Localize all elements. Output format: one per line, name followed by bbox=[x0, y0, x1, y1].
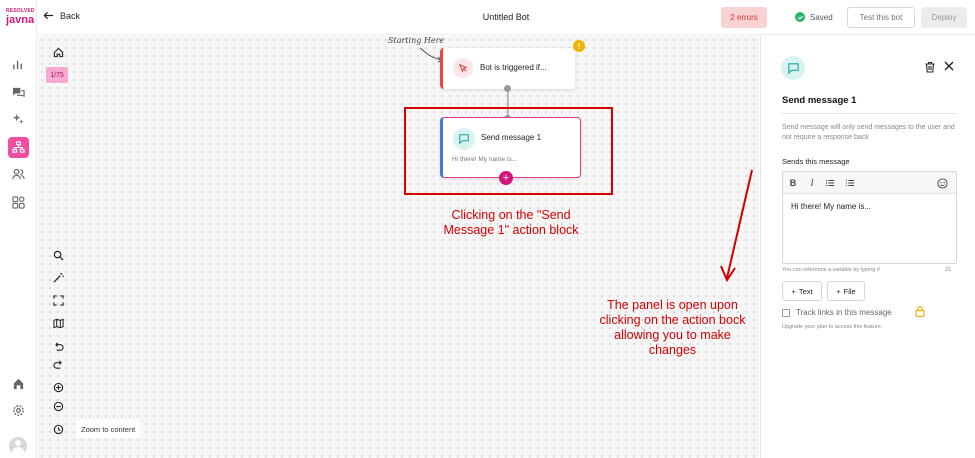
plus-icon: + bbox=[836, 286, 841, 296]
home-icon[interactable] bbox=[8, 373, 29, 394]
errors-badge[interactable]: 2 errors bbox=[721, 7, 767, 28]
check-icon bbox=[795, 12, 805, 22]
sends-message-label: Sends this message bbox=[782, 157, 850, 166]
zoom-in-icon[interactable] bbox=[50, 379, 66, 395]
panel-description: Send message will only send messages to … bbox=[782, 124, 955, 141]
emoji-icon[interactable] bbox=[935, 176, 949, 190]
message-icon bbox=[781, 56, 805, 80]
connector-dot[interactable] bbox=[504, 85, 511, 92]
back-button[interactable]: Back bbox=[43, 10, 80, 21]
apps-icon[interactable] bbox=[8, 192, 29, 213]
close-icon[interactable] bbox=[943, 60, 955, 72]
saved-label: Saved bbox=[810, 12, 833, 22]
arrow-left-icon bbox=[43, 11, 54, 20]
test-bot-button[interactable]: Test this bot bbox=[847, 7, 915, 28]
page-title: Untitled Bot bbox=[482, 12, 530, 22]
add-file-label: File bbox=[843, 286, 856, 296]
sparkle-icon[interactable] bbox=[8, 109, 29, 130]
users-icon[interactable] bbox=[8, 164, 29, 185]
variable-hint: You can reference a variable by typing # bbox=[782, 267, 880, 273]
flow-canvas[interactable]: 1/75 Zoom to content Starting Here Bot i… bbox=[38, 36, 759, 458]
add-file-button[interactable]: + File bbox=[827, 281, 865, 301]
upgrade-note: Upgrade your plan to access this feature… bbox=[782, 324, 883, 330]
plus-icon: + bbox=[791, 286, 796, 296]
search-icon[interactable] bbox=[50, 247, 66, 263]
add-text-label: Text bbox=[798, 286, 813, 296]
app-logo[interactable]: RESOLVED javna bbox=[6, 8, 35, 30]
track-links-row: Track links in this message bbox=[782, 308, 892, 317]
trash-icon[interactable] bbox=[924, 61, 936, 73]
fullscreen-icon[interactable] bbox=[50, 292, 66, 308]
trigger-node[interactable]: Bot is triggered if... bbox=[440, 48, 575, 89]
message-text[interactable]: Hi there! My name is... bbox=[791, 202, 871, 211]
warning-icon[interactable]: ! bbox=[573, 40, 585, 52]
saved-status: Saved bbox=[795, 12, 833, 22]
send-node-preview: Hi there! My name is... bbox=[452, 156, 518, 163]
history-icon[interactable] bbox=[50, 421, 66, 437]
chat-icon[interactable] bbox=[8, 82, 29, 103]
divider bbox=[781, 113, 956, 114]
node-counter: 1/75 bbox=[46, 67, 68, 83]
numbered-list-icon[interactable] bbox=[843, 176, 857, 190]
italic-icon[interactable]: I bbox=[805, 176, 819, 190]
add-text-button[interactable]: + Text bbox=[782, 281, 822, 301]
logo-main-text: javna bbox=[6, 14, 35, 26]
cursor-icon bbox=[453, 58, 473, 78]
redo-icon[interactable] bbox=[50, 356, 66, 372]
deploy-button[interactable]: Deploy bbox=[921, 7, 967, 28]
editor-toolbar: B I bbox=[783, 172, 956, 194]
bullet-list-icon[interactable] bbox=[823, 176, 837, 190]
undo-icon[interactable] bbox=[50, 338, 66, 354]
magic-wand-icon[interactable] bbox=[50, 269, 66, 285]
zoom-to-content-button[interactable]: Zoom to content bbox=[76, 420, 141, 438]
settings-icon[interactable] bbox=[8, 400, 29, 421]
left-rail: RESOLVED javna bbox=[0, 0, 37, 458]
message-icon bbox=[453, 128, 475, 150]
properties-panel: Send message 1 Send message will only se… bbox=[760, 36, 975, 458]
map-icon[interactable] bbox=[50, 315, 66, 331]
lock-icon bbox=[915, 305, 925, 317]
top-bar: Back Untitled Bot 2 errors Saved Test th… bbox=[37, 0, 975, 35]
send-node-label: Send message 1 bbox=[481, 133, 542, 142]
annotation-click-text: Clicking on the "Send Message 1" action … bbox=[443, 208, 579, 237]
avatar[interactable] bbox=[9, 437, 27, 455]
message-editor[interactable]: B I Hi there! My name is... bbox=[782, 171, 957, 264]
zoom-out-icon[interactable] bbox=[50, 398, 66, 414]
analytics-icon[interactable] bbox=[8, 54, 29, 75]
home-icon[interactable] bbox=[50, 44, 66, 60]
track-links-checkbox[interactable] bbox=[782, 308, 790, 317]
annotation-arrow-icon bbox=[720, 169, 753, 283]
character-count: 21 bbox=[945, 267, 952, 273]
trigger-node-label: Bot is triggered if... bbox=[480, 63, 547, 72]
add-step-button[interactable]: + bbox=[499, 171, 513, 185]
send-message-node[interactable]: Send message 1 Hi there! My name is... bbox=[440, 117, 581, 178]
flow-icon[interactable] bbox=[8, 137, 29, 158]
back-label: Back bbox=[60, 10, 81, 21]
annotation-panel-text: The panel is open upon clicking on the a… bbox=[599, 298, 746, 357]
bold-icon[interactable]: B bbox=[786, 176, 800, 190]
starting-here-note: Starting Here bbox=[388, 36, 445, 45]
panel-title: Send message 1 bbox=[782, 95, 857, 106]
track-links-label: Track links in this message bbox=[796, 308, 892, 317]
